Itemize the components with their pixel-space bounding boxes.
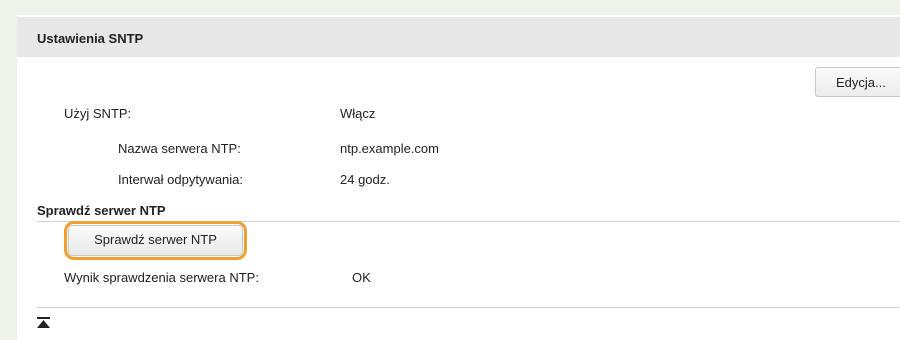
ntp-check-result-value: OK	[352, 270, 371, 285]
back-to-top-icon[interactable]	[37, 317, 50, 329]
bottom-divider	[37, 307, 900, 308]
edit-button[interactable]: Edycja...	[815, 67, 900, 97]
section-title: Ustawienia SNTP	[37, 31, 144, 46]
check-ntp-server-button[interactable]: Sprawdź serwer NTP	[68, 225, 243, 256]
section-header	[17, 17, 900, 57]
use-sntp-value: Włącz	[340, 106, 376, 121]
polling-interval-label: Interwał odpytywania:	[118, 172, 244, 187]
ntp-server-name-label: Nazwa serwera NTP:	[118, 141, 241, 156]
ntp-check-result-label: Wynik sprawdzenia serwera NTP:	[64, 270, 259, 285]
use-sntp-label: Użyj SNTP:	[64, 106, 132, 121]
polling-interval-value: 24 godz.	[340, 172, 390, 187]
check-ntp-server-heading: Sprawdź serwer NTP	[37, 203, 166, 218]
ntp-server-name-value: ntp.example.com	[340, 141, 439, 156]
